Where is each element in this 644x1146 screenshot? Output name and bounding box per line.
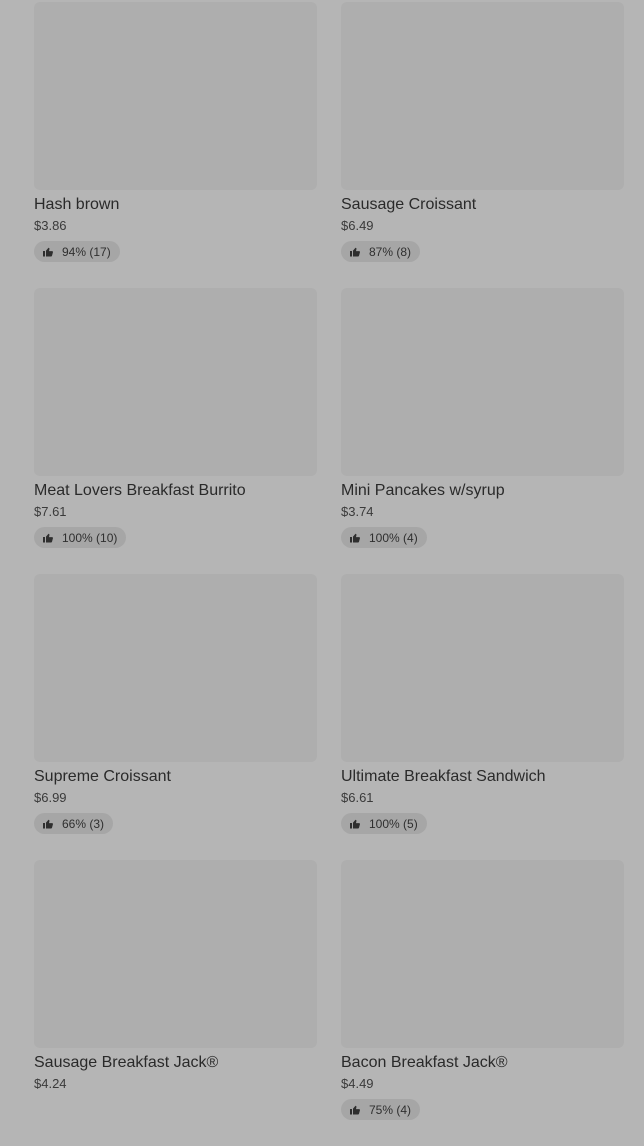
rating-text: 100% (5) [369,816,418,831]
thumbs-up-icon [42,818,62,830]
rating-badge[interactable]: 87% (8) [341,241,421,262]
thumbs-up-icon [42,532,62,544]
menu-item-image[interactable] [341,860,624,1048]
menu-item-image[interactable] [34,2,317,190]
rating-text: 94% (17) [62,244,111,259]
rating-badge[interactable]: 100% (5) [341,813,427,834]
rating-text: 66% (3) [62,816,105,831]
menu-item-card[interactable]: Sausage Croissant $6.49 87% (8) [341,2,624,288]
rating-badge[interactable]: 100% (10) [34,527,127,548]
menu-item-name: Hash brown [34,196,120,213]
thumbs-up-icon [349,532,369,544]
menu-item-price: $4.24 [34,1076,67,1091]
rating-text: 75% (4) [369,1102,412,1117]
menu-item-price: $3.74 [341,504,374,519]
menu-item-price: $7.61 [34,504,67,519]
menu-item-image[interactable] [341,574,624,762]
menu-item-price: $6.61 [341,790,374,805]
menu-item-card[interactable]: Ultimate Breakfast Sandwich $6.61 100% (5) [341,574,624,860]
menu-item-image[interactable] [341,288,624,476]
rating-text: 100% (4) [369,530,418,545]
menu-item-card[interactable]: Supreme Croissant $6.99 66% (3) [34,574,317,860]
menu-item-grid: Hash brown $3.86 94% (17) Sausage Croissant… [34,2,624,1146]
menu-item-card[interactable]: Meat Lovers Breakfast Burrito $7.61 100% (… [34,288,317,574]
menu-item-name: Sausage Breakfast Jack® [34,1054,219,1071]
rating-text: 87% (8) [369,244,412,259]
menu-item-name: Ultimate Breakfast Sandwich [341,768,546,785]
rating-badge[interactable]: 94% (17) [34,241,120,262]
rating-badge[interactable]: 66% (3) [34,813,114,834]
menu-item-card[interactable]: Hash brown $3.86 94% (17) [34,2,317,288]
thumbs-up-icon [42,246,62,258]
menu-item-image[interactable] [34,574,317,762]
thumbs-up-icon [349,818,369,830]
menu-item-name: Meat Lovers Breakfast Burrito [34,482,246,499]
menu-item-price: $6.99 [34,790,67,805]
menu-item-card[interactable]: Bacon Breakfast Jack® $4.49 75% (4) [341,860,624,1146]
menu-item-price: $6.49 [341,218,374,233]
menu-item-name: Mini Pancakes w/syrup [341,482,505,499]
menu-item-price: $3.86 [34,218,67,233]
menu-item-card[interactable]: Mini Pancakes w/syrup $3.74 100% (4) [341,288,624,574]
menu-item-name: Bacon Breakfast Jack® [341,1054,508,1071]
menu-item-name: Supreme Croissant [34,768,171,785]
menu-item-image[interactable] [34,860,317,1048]
menu-item-name: Sausage Croissant [341,196,477,213]
rating-badge[interactable]: 75% (4) [341,1099,421,1120]
menu-item-image[interactable] [34,288,317,476]
thumbs-up-icon [349,1104,369,1116]
rating-badge[interactable]: 100% (4) [341,527,427,548]
rating-text: 100% (10) [62,530,118,545]
menu-item-image[interactable] [341,2,624,190]
thumbs-up-icon [349,246,369,258]
menu-item-price: $4.49 [341,1076,374,1091]
menu-item-card[interactable]: Sausage Breakfast Jack® $4.24 [34,860,317,1146]
